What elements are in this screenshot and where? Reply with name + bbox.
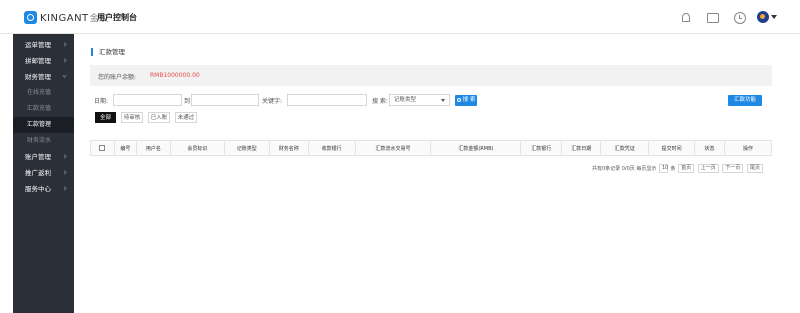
sidebar-item-label: 财务管理 [25,73,51,81]
sidebar-item-label: 运单管理 [25,41,51,49]
sidebar-subitem-finance-flow[interactable]: 财务流水 [13,133,74,149]
chevron-down-icon [441,99,445,102]
keyword-label: 关键字: [262,98,283,105]
tab-pending[interactable]: 待审核 [121,112,143,123]
message-icon[interactable] [707,12,719,23]
sidebar-item-account[interactable]: 账户管理 [13,149,74,165]
table-header: 汇款银行 [520,140,563,156]
chevron-right-icon [62,58,67,63]
sidebar-subitem-remit-management[interactable]: 汇款管理 [13,117,74,133]
table-header: 汇款流水交易号 [354,140,432,156]
sidebar-subitem-online-recharge[interactable]: 在线充值 [13,85,74,101]
first-page-button[interactable]: 首页 [678,164,695,173]
sidebar-item-promotion[interactable]: 推广返利 [13,165,74,181]
select-all-checkbox[interactable] [99,144,106,151]
table-header: 汇款日期 [561,140,602,156]
page-size-input[interactable]: 10 [658,164,668,173]
sidebar-item-label: 账户管理 [25,153,51,161]
balance-bar: 您的账户余额: RMB1000000.00 [90,65,772,86]
date-end-input[interactable] [191,94,259,106]
avatar[interactable] [757,11,769,23]
tab-all[interactable]: 全部 [95,112,116,123]
sidebar-item-label: 拼邮管理 [25,57,51,65]
remit-button[interactable]: 汇款功能 [728,95,762,106]
balance-value: RMB1000000.00 [150,72,200,79]
chevron-right-icon [62,154,67,159]
brand-name: KINGANT [40,13,89,24]
table-header: 状态 [694,140,726,156]
main-content: 汇款管理 您的账户余额: RMB1000000.00 日期: 到 关键字: 搜 … [74,34,800,313]
table-header: 记账类型 [223,140,270,156]
prev-page-button[interactable]: 上一页 [697,164,719,173]
console-title: 用户控制台 [97,13,137,22]
bell-icon[interactable] [680,12,691,23]
table-header: 会员标识 [169,140,225,156]
clock-icon[interactable] [734,12,746,24]
balance-label: 您的账户余额: [98,74,137,81]
date-to-label: 到 [184,98,191,105]
sidebar-subitem-remit-recharge[interactable]: 汇款充值 [13,101,74,117]
table-header: 编号 [113,140,137,156]
sidebar-item-label: 推广返利 [25,169,51,177]
sidebar-item-waybill[interactable]: 运单管理 [13,37,74,53]
sidebar: 运单管理 拼邮管理 财务管理 在线充值 汇款充值 汇款管理 财务流水 账户管理 … [13,34,74,313]
table-header: 用户名 [135,140,171,156]
keyword-input[interactable] [287,94,367,106]
table-header: 收款银行 [307,140,356,156]
date-label: 日期: [94,98,109,105]
search-type-label: 搜 索: [372,98,388,105]
remittance-table: 编号 用户名 会员标识 记账类型 财务名称 收款银行 汇款流水交易号 汇款金额(… [90,140,772,156]
sidebar-item-consolidation[interactable]: 拼邮管理 [13,53,74,69]
chevron-right-icon [62,170,67,175]
pagination: 共有0条记录 0/0页 每页显示 10 条 首页 上一页 下一页 尾页 [592,164,764,173]
tab-credited[interactable]: 已入账 [148,112,170,123]
chevron-right-icon [62,42,67,47]
chevron-down-icon[interactable] [771,15,777,19]
record-type-value: 记账类型 [394,97,417,103]
table-header: 财务名称 [268,140,309,156]
sidebar-item-label: 服务中心 [25,185,51,193]
chevron-down-icon [62,73,67,78]
search-button[interactable]: 搜 索 [455,95,477,106]
sidebar-item-service[interactable]: 服务中心 [13,181,74,197]
chevron-right-icon [62,186,67,191]
table-header: 提交时间 [648,140,696,156]
select-all-cell [90,140,115,156]
pagination-summary: 共有0条记录 0/0页 每页显示 [591,166,657,172]
table-header: 汇款金额(RMB) [430,140,522,156]
top-bar: KINGANT金蚁 用户控制台 [0,0,800,34]
logo-icon [24,11,37,24]
page-title: 汇款管理 [91,48,125,56]
search-icon [456,97,461,102]
sidebar-item-finance[interactable]: 财务管理 [13,69,74,85]
tab-rejected[interactable]: 未通过 [175,112,197,123]
search-button-label: 搜 索 [462,97,476,103]
next-page-button[interactable]: 下一页 [722,164,744,173]
table-header: 操作 [724,140,772,156]
table-header: 汇款凭证 [600,140,650,156]
record-type-select[interactable]: 记账类型 [389,94,450,106]
table-header-row: 编号 用户名 会员标识 记账类型 财务名称 收款银行 汇款流水交易号 汇款金额(… [90,140,772,156]
last-page-button[interactable]: 尾页 [746,164,763,173]
date-start-input[interactable] [113,94,182,106]
page-size-unit: 条 [670,166,676,172]
